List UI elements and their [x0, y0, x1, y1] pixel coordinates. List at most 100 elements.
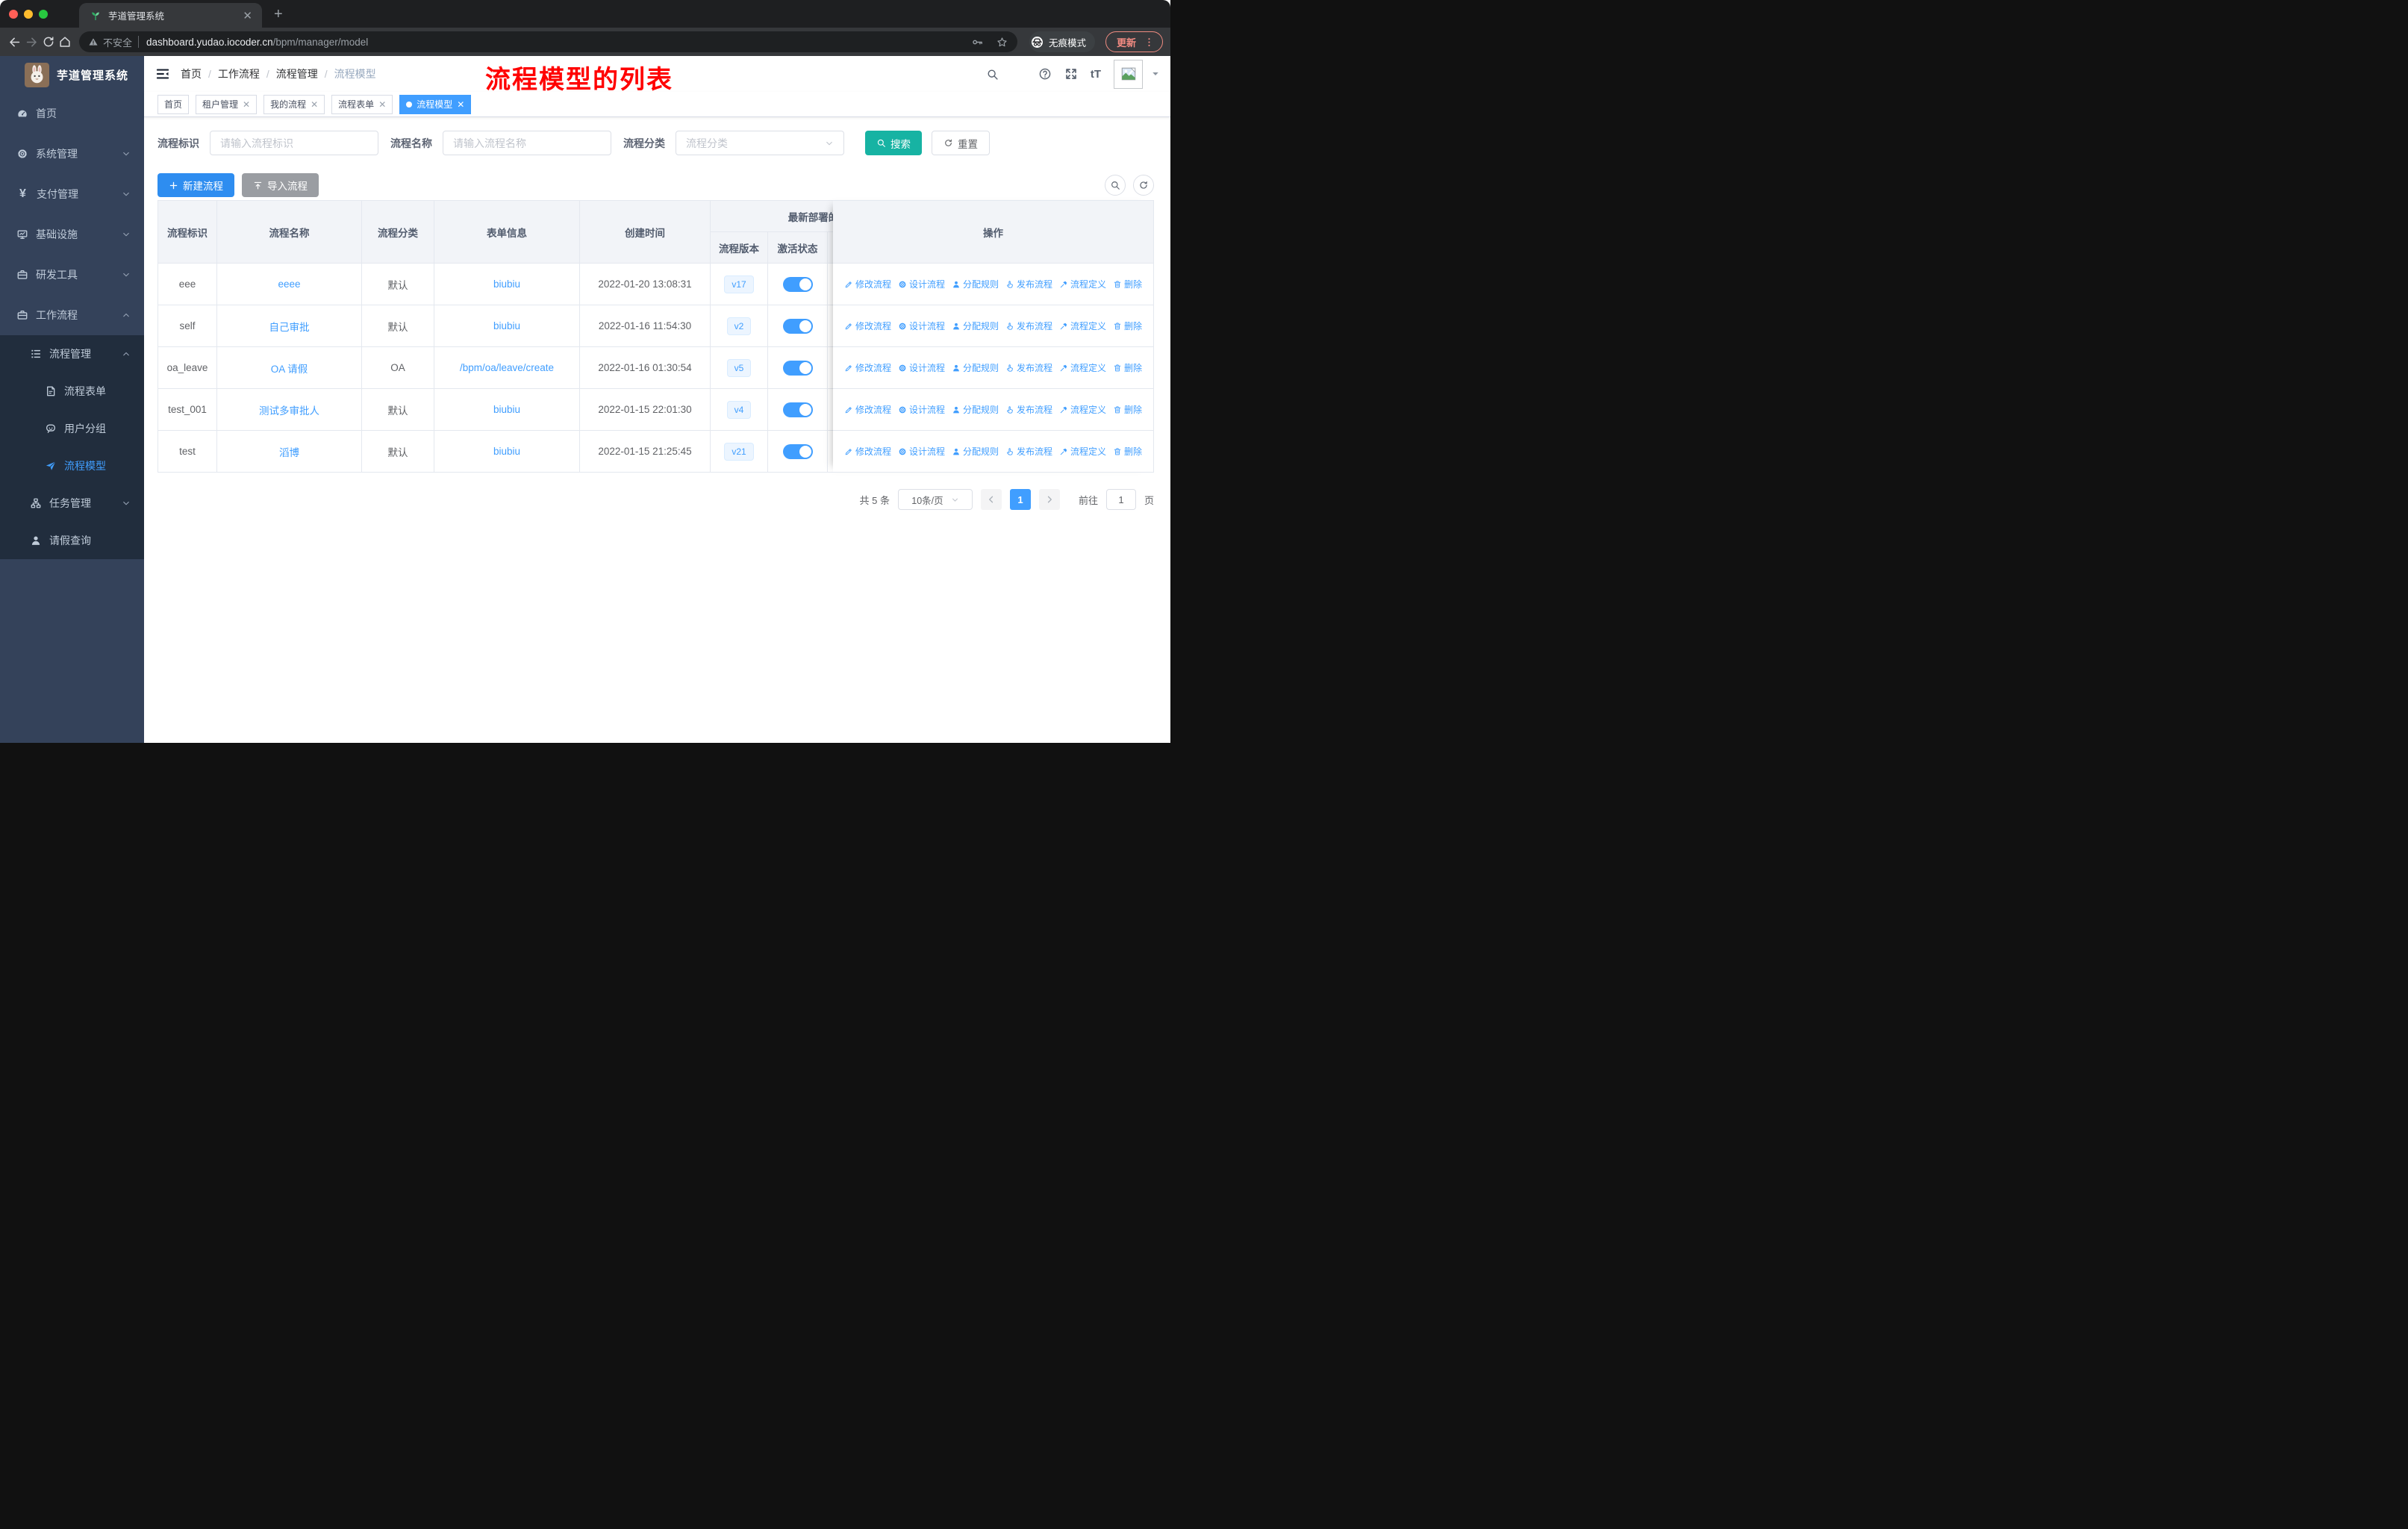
sidebar-item[interactable]: 流程管理	[0, 335, 144, 373]
create-process-button[interactable]: 新建流程	[157, 173, 234, 197]
sidebar-item[interactable]: 请假查询	[0, 522, 144, 559]
cell-process-name-link[interactable]: 滔博	[217, 431, 362, 473]
cell-form-link[interactable]: biubiu	[434, 389, 580, 431]
action-pen-link[interactable]: 修改流程	[844, 445, 891, 458]
cell-form-link[interactable]: biubiu	[434, 305, 580, 347]
forward-icon[interactable]	[25, 35, 39, 49]
action-hand-link[interactable]: 发布流程	[1005, 403, 1052, 416]
sidebar-item[interactable]: 首页	[0, 93, 144, 134]
action-usersolid-link[interactable]: 分配规则	[952, 320, 999, 332]
sidebar-item[interactable]: 研发工具	[0, 255, 144, 295]
prev-page-button[interactable]	[980, 489, 1002, 510]
action-usersolid-link[interactable]: 分配规则	[952, 403, 999, 416]
tag-close-icon[interactable]: ✕	[378, 99, 386, 110]
active-toggle[interactable]	[782, 360, 813, 376]
sidebar-item[interactable]: 系统管理	[0, 134, 144, 174]
page-size-select[interactable]: 10条/页	[897, 489, 973, 510]
tab-close-icon[interactable]: ✕	[240, 9, 255, 22]
action-hand-link[interactable]: 发布流程	[1005, 445, 1052, 458]
browser-tab[interactable]: 芋道管理系统 ✕	[79, 3, 262, 28]
search-button[interactable]: 搜索	[865, 131, 922, 155]
action-pennib-link[interactable]: 流程定义	[1059, 278, 1106, 290]
maximize-window-button[interactable]	[39, 9, 48, 19]
action-gearsm-link[interactable]: 设计流程	[898, 320, 945, 332]
new-tab-button[interactable]: +	[274, 7, 283, 22]
sidebar-collapse-icon[interactable]	[155, 66, 170, 81]
cell-process-name-link[interactable]: eeee	[217, 264, 362, 305]
cell-form-link[interactable]: /bpm/oa/leave/create	[434, 347, 580, 389]
action-usersolid-link[interactable]: 分配规则	[952, 278, 999, 290]
action-pennib-link[interactable]: 流程定义	[1059, 361, 1106, 374]
password-key-icon[interactable]	[971, 36, 984, 49]
show-search-toggle-button[interactable]	[1105, 175, 1126, 196]
tag-item[interactable]: 流程表单 ✕	[331, 94, 393, 114]
action-gearsm-link[interactable]: 设计流程	[898, 361, 945, 374]
help-question-icon[interactable]	[1038, 67, 1052, 81]
action-trash-link[interactable]: 删除	[1113, 320, 1142, 332]
category-select[interactable]: 流程分类	[676, 131, 844, 155]
action-hand-link[interactable]: 发布流程	[1005, 320, 1052, 332]
sidebar-item[interactable]: 流程表单	[0, 373, 144, 410]
tag-item[interactable]: 我的流程 ✕	[263, 94, 325, 114]
not-secure-warning-icon[interactable]	[88, 37, 99, 47]
sidebar-item[interactable]: 基础设施	[0, 214, 144, 255]
action-trash-link[interactable]: 删除	[1113, 361, 1142, 374]
action-hand-link[interactable]: 发布流程	[1005, 278, 1052, 290]
breadcrumb-item[interactable]: 工作流程	[218, 66, 260, 81]
header-search-icon[interactable]	[986, 68, 999, 81]
sidebar-item[interactable]: 流程模型	[0, 447, 144, 485]
fullscreen-icon[interactable]	[1064, 67, 1078, 81]
address-bar[interactable]: 不安全 dashboard.yudao.iocoder.cn /bpm/mana…	[79, 31, 1017, 52]
action-trash-link[interactable]: 删除	[1113, 445, 1142, 458]
minimize-window-button[interactable]	[24, 9, 33, 19]
breadcrumb-item[interactable]: 流程管理	[276, 66, 318, 81]
action-pennib-link[interactable]: 流程定义	[1059, 320, 1106, 332]
process-key-input[interactable]: 请输入流程标识	[210, 131, 378, 155]
action-trash-link[interactable]: 删除	[1113, 278, 1142, 290]
sidebar-item[interactable]: ¥ 支付管理	[0, 174, 144, 214]
action-pen-link[interactable]: 修改流程	[844, 320, 891, 332]
action-trash-link[interactable]: 删除	[1113, 403, 1142, 416]
active-toggle[interactable]	[782, 402, 813, 417]
next-page-button[interactable]	[1038, 489, 1060, 510]
action-usersolid-link[interactable]: 分配规则	[952, 361, 999, 374]
action-usersolid-link[interactable]: 分配规则	[952, 445, 999, 458]
sidebar-item[interactable]: 工作流程	[0, 295, 144, 335]
user-avatar[interactable]	[1114, 59, 1143, 89]
cell-process-name-link[interactable]: 测试多审批人	[217, 389, 362, 431]
browser-menu-dots-icon[interactable]	[1144, 37, 1155, 48]
tag-item[interactable]: 首页	[157, 94, 190, 114]
breadcrumb-item[interactable]: 首页	[181, 66, 202, 81]
cell-process-name-link[interactable]: 自己审批	[217, 305, 362, 347]
action-gearsm-link[interactable]: 设计流程	[898, 445, 945, 458]
bookmark-star-icon[interactable]	[996, 36, 1008, 49]
action-pen-link[interactable]: 修改流程	[844, 361, 891, 374]
import-process-button[interactable]: 导入流程	[242, 173, 319, 197]
action-pennib-link[interactable]: 流程定义	[1059, 445, 1106, 458]
tag-close-icon[interactable]: ✕	[457, 99, 464, 110]
page-1-button[interactable]: 1	[1009, 489, 1031, 510]
action-pennib-link[interactable]: 流程定义	[1059, 403, 1106, 416]
github-icon[interactable]	[1011, 67, 1026, 81]
tag-active[interactable]: 流程模型 ✕	[399, 94, 472, 114]
action-hand-link[interactable]: 发布流程	[1005, 361, 1052, 374]
avatar-caret-down-icon[interactable]	[1151, 69, 1160, 78]
action-pen-link[interactable]: 修改流程	[844, 403, 891, 416]
text-size-icon[interactable]: tT	[1091, 68, 1101, 81]
reset-button[interactable]: 重置	[932, 131, 990, 155]
home-icon[interactable]	[58, 35, 72, 49]
sidebar-item[interactable]: 任务管理	[0, 485, 144, 522]
active-toggle[interactable]	[782, 318, 813, 334]
cell-form-link[interactable]: biubiu	[434, 264, 580, 305]
action-gearsm-link[interactable]: 设计流程	[898, 278, 945, 290]
cell-form-link[interactable]: biubiu	[434, 431, 580, 473]
refresh-table-button[interactable]	[1133, 175, 1154, 196]
active-toggle[interactable]	[782, 276, 813, 292]
chrome-update-button[interactable]: 更新	[1105, 31, 1163, 52]
cell-process-name-link[interactable]: OA 请假	[217, 347, 362, 389]
action-gearsm-link[interactable]: 设计流程	[898, 403, 945, 416]
active-toggle[interactable]	[782, 443, 813, 459]
sidebar-logo[interactable]: 芋道管理系统	[0, 56, 144, 93]
process-name-input[interactable]: 请输入流程名称	[443, 131, 611, 155]
macos-window-controls[interactable]	[0, 9, 58, 19]
